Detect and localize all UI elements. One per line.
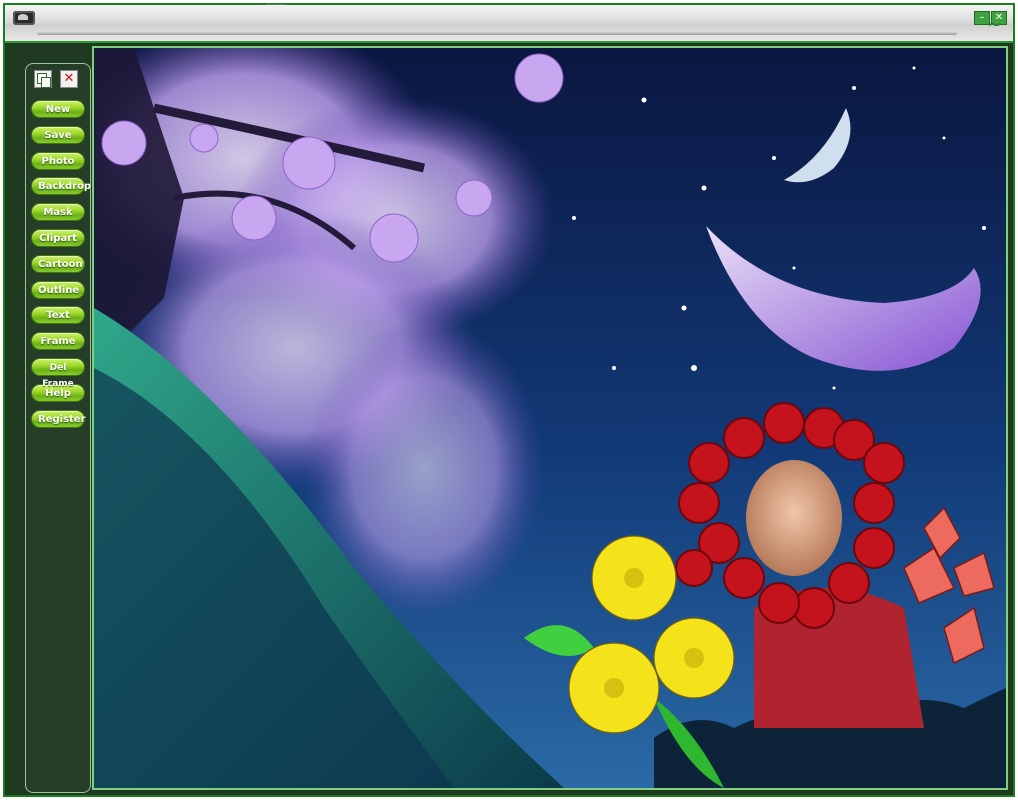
clipart-button[interactable]: Clipart [31,228,85,247]
backdrop-button[interactable]: Backdrop [31,177,91,196]
new-button[interactable]: New [31,100,85,118]
close-icon[interactable]: ✕ [60,70,78,88]
del-frame-button[interactable]: Del Frame [31,357,85,389]
tool-menu: New Save Photo Backdrop Mask Clipart Car… [31,100,91,435]
tool-panel: ✕ New Save Photo Backdrop Mask Clipart C… [25,63,91,793]
tool-icon-row: ✕ [34,70,78,88]
copy-icon[interactable] [34,70,52,88]
register-button[interactable]: Register [31,409,86,428]
help-button[interactable]: Help [31,383,85,402]
composed-artwork [94,48,1006,788]
title-bar[interactable]: – ✕ ~ [5,4,1013,43]
frame-button[interactable]: Frame [31,332,85,351]
text-button[interactable]: Text [31,306,85,325]
outline-button[interactable]: Outline [31,280,85,299]
save-button[interactable]: Save [31,125,85,144]
mask-button[interactable]: Mask [31,203,85,222]
title-bar-rule [37,31,957,35]
cartoon-button[interactable]: Cartoon [31,254,85,273]
app-icon[interactable] [13,11,35,25]
photo-canvas[interactable] [92,46,1008,790]
photo-button[interactable]: Photo [31,151,85,170]
drag-grip[interactable] [267,4,285,8]
wave-icon[interactable]: ~ [987,16,1009,34]
